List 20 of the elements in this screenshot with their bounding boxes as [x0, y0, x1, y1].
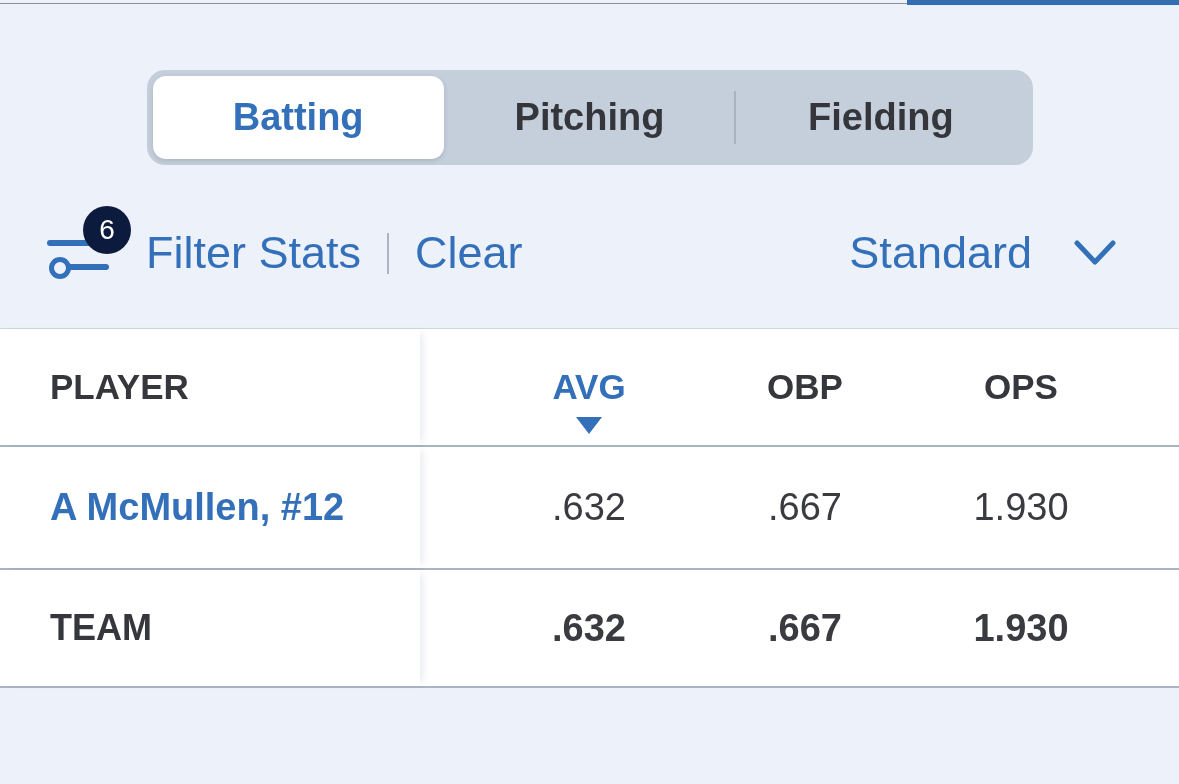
table-cell: 1.930 — [973, 606, 1069, 650]
table-cell: .667 — [768, 606, 842, 650]
segment-tab[interactable]: Pitching — [443, 76, 736, 159]
player-link[interactable]: A McMullen, #12 — [50, 486, 345, 529]
sort-down-icon — [576, 417, 602, 434]
segment-tab[interactable]: Batting — [152, 76, 444, 159]
segment-tab[interactable]: Fielding — [735, 76, 1027, 159]
chevron-down-icon — [1074, 240, 1116, 266]
count-badge: 6 — [83, 205, 131, 254]
view-dropdown[interactable]: Standard — [849, 227, 1116, 279]
column-header[interactable]: PLAYER — [50, 367, 189, 407]
column-header[interactable]: AVG — [552, 367, 626, 434]
clear-button[interactable]: Clear — [415, 227, 523, 279]
table-cell: 1.930 — [973, 486, 1069, 529]
table-cell: .632 — [552, 606, 626, 650]
table-cell: .667 — [768, 486, 842, 529]
table-cell: TEAM — [50, 607, 152, 649]
column-header[interactable]: OPS — [984, 367, 1058, 407]
column-header[interactable]: OBP — [767, 367, 843, 407]
table-cell: .632 — [552, 486, 626, 529]
